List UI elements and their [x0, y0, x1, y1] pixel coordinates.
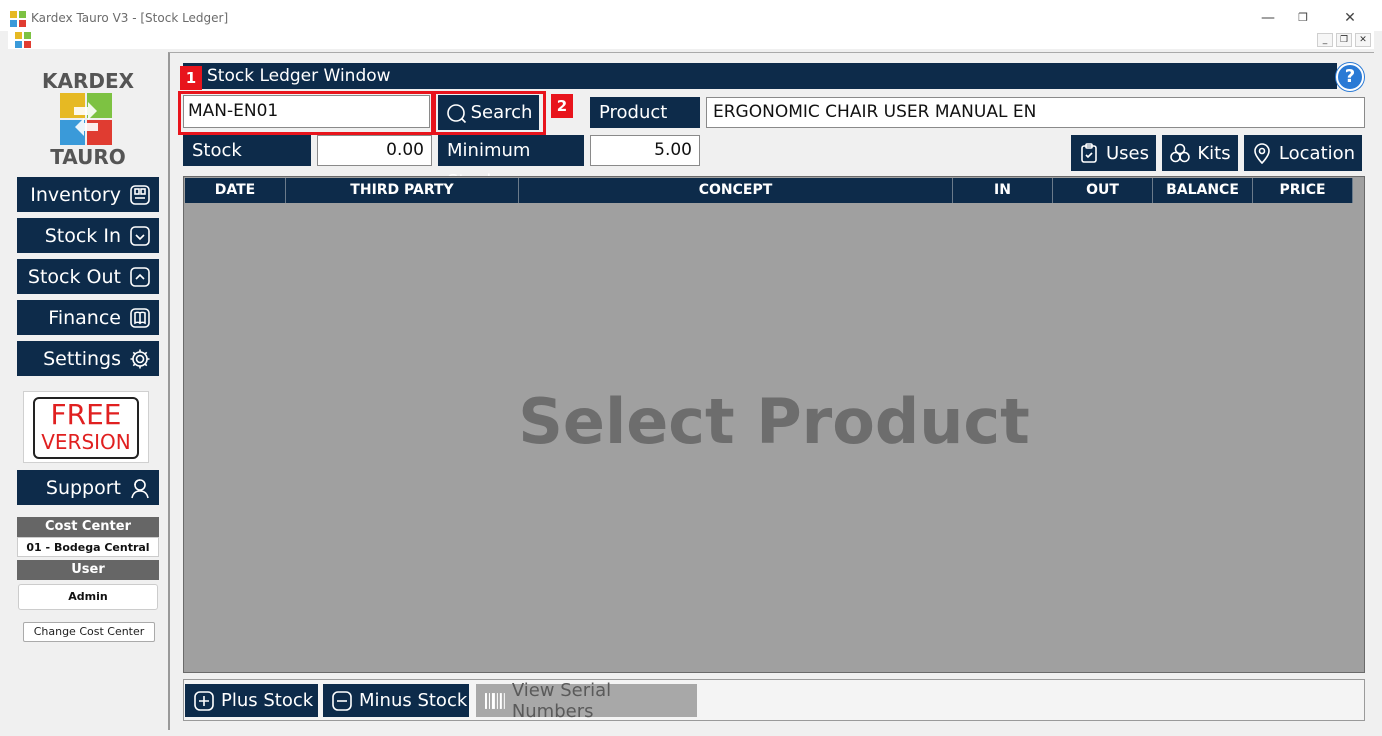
sidebar-item-label: Inventory: [30, 183, 121, 206]
plus-stock-button[interactable]: Plus Stock: [185, 684, 318, 717]
col-in[interactable]: IN: [953, 178, 1053, 203]
sidebar-item-stock-out[interactable]: Stock Out: [17, 259, 159, 294]
col-third-party[interactable]: THIRD PARTY: [286, 178, 519, 203]
app-window: Kardex Tauro V3 - [Stock Ledger] — ❐ ✕ _…: [0, 0, 1382, 736]
step-badge-1: 1: [180, 66, 202, 90]
bottom-toolbar: Plus Stock Minus Stock View Serial Numbe…: [183, 679, 1365, 722]
empty-state-text: Select Product: [518, 385, 1030, 458]
minus-icon: [332, 690, 352, 711]
minus-stock-button[interactable]: Minus Stock: [323, 684, 469, 717]
cost-center-header: Cost Center: [17, 517, 159, 537]
help-button[interactable]: ?: [1336, 63, 1364, 91]
change-cost-center-button[interactable]: Change Cost Center: [23, 622, 155, 642]
col-balance[interactable]: BALANCE: [1153, 178, 1253, 203]
search-icon: [446, 103, 466, 123]
sidebar-item-label: Settings: [43, 347, 121, 370]
minus-stock-label: Minus Stock: [359, 690, 468, 711]
col-price[interactable]: PRICE: [1253, 178, 1353, 203]
product-code-input[interactable]: MAN-EN01: [183, 95, 430, 128]
plus-stock-label: Plus Stock: [221, 690, 314, 711]
location-label: Location: [1278, 142, 1356, 164]
mdi-bar: _ ❐ ✕: [8, 31, 1374, 49]
free-version-badge[interactable]: FREE VERSION: [23, 391, 149, 463]
stock-ledger-panel: Stock Ledger Window ? 1 MAN-EN01 Search …: [168, 52, 1374, 730]
sidebar-item-label: Stock In: [44, 224, 121, 247]
view-serial-numbers-button[interactable]: View Serial Numbers: [476, 680, 697, 722]
support-button[interactable]: Support: [17, 470, 159, 505]
ledger-table-header: DATE THIRD PARTY CONCEPT IN OUT BALANCE …: [185, 178, 1353, 203]
sidebar-item-stock-in[interactable]: Stock In: [17, 218, 159, 253]
brand-line2: TAURO: [50, 145, 126, 169]
search-button[interactable]: Search: [438, 95, 539, 130]
mdi-logo-icon: [15, 32, 31, 48]
window-title: Kardex Tauro V3 - [Stock Ledger]: [31, 11, 229, 25]
product-label: Product: [590, 97, 700, 128]
brand-logo: KARDEX TAURO: [36, 69, 140, 169]
stock-in-icon: [130, 225, 150, 246]
sidebar-item-label: Stock Out: [27, 265, 121, 288]
mdi-close-button[interactable]: ✕: [1355, 33, 1371, 47]
support-label: Support: [45, 476, 121, 499]
user-value: Admin: [18, 584, 158, 610]
book-icon: [130, 307, 150, 328]
mdi-restore-button[interactable]: ❐: [1336, 33, 1352, 47]
maximize-button[interactable]: ❐: [1293, 9, 1313, 27]
uses-label: Uses: [1105, 142, 1149, 164]
col-out[interactable]: OUT: [1053, 178, 1153, 203]
kits-label: Kits: [1197, 142, 1231, 164]
sidebar-item-inventory[interactable]: Inventory: [17, 177, 159, 212]
sidebar-item-label: Finance: [48, 306, 121, 329]
cost-center-value: 01 - Bodega Central: [17, 537, 159, 557]
min-stock-label: Minimum Stock: [438, 135, 584, 192]
clipboard-check-icon: [1081, 143, 1097, 163]
col-date[interactable]: DATE: [185, 178, 286, 203]
support-agent-icon: [131, 478, 149, 498]
sidebar: KARDEX TAURO Inventory Stock In Stock Ou…: [8, 49, 168, 730]
free-line1: FREE: [50, 398, 122, 431]
min-stock-value: 5.00: [590, 135, 700, 166]
location-button[interactable]: Location: [1244, 135, 1362, 171]
uses-button[interactable]: Uses: [1071, 135, 1156, 171]
gear-icon: [130, 349, 150, 368]
brand-mark-icon: [60, 93, 112, 145]
kits-button[interactable]: Kits: [1162, 135, 1238, 171]
kits-icon: [1170, 143, 1191, 163]
barcode-icon: [484, 692, 505, 709]
app-logo-icon: [10, 11, 26, 27]
free-line2: VERSION: [41, 430, 131, 454]
inventory-icon: [130, 184, 150, 205]
minimize-button[interactable]: —: [1258, 9, 1278, 27]
close-button[interactable]: ✕: [1340, 9, 1360, 27]
panel-title: Stock Ledger Window: [183, 63, 1337, 89]
product-name-field: ERGONOMIC CHAIR USER MANUAL EN: [706, 97, 1365, 128]
brand-line1: KARDEX: [41, 69, 135, 93]
stock-out-icon: [130, 266, 150, 287]
step-badge-2: 2: [551, 94, 573, 118]
location-pin-icon: [1254, 143, 1270, 164]
view-serial-numbers-label: View Serial Numbers: [511, 679, 612, 722]
ledger-table[interactable]: DATE THIRD PARTY CONCEPT IN OUT BALANCE …: [183, 176, 1365, 673]
plus-icon: [194, 690, 214, 711]
col-concept[interactable]: CONCEPT: [519, 178, 953, 203]
stock-value: 0.00: [317, 135, 432, 166]
sidebar-item-settings[interactable]: Settings: [17, 341, 159, 376]
title-bar: Kardex Tauro V3 - [Stock Ledger] — ❐ ✕: [0, 0, 1382, 31]
sidebar-item-finance[interactable]: Finance: [17, 300, 159, 335]
mdi-minimize-button[interactable]: _: [1317, 33, 1333, 47]
user-header: User: [17, 560, 159, 580]
search-label: Search: [470, 102, 533, 123]
stock-label: Stock: [183, 135, 311, 166]
